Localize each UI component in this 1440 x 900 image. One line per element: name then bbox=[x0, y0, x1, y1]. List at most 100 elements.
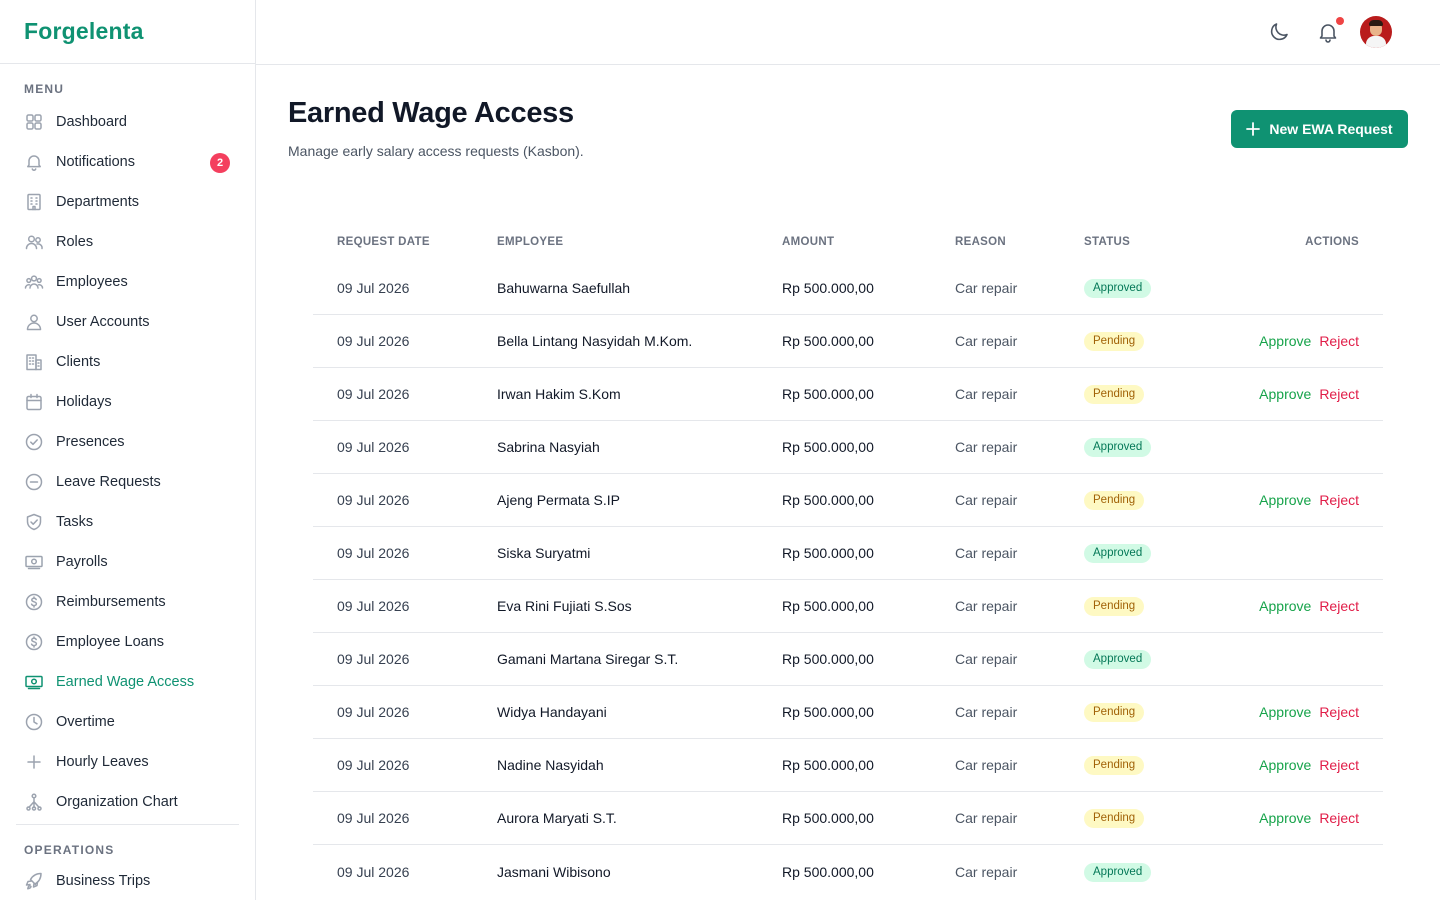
approve-button[interactable]: Approve bbox=[1259, 386, 1311, 402]
table-row: 09 Jul 2026 Bella Lintang Nasyidah M.Kom.… bbox=[313, 315, 1383, 368]
table-row: 09 Jul 2026 Widya Handayani Rp 500.000,00 C… bbox=[313, 686, 1383, 739]
sidebar-item-presences[interactable]: Presences bbox=[0, 422, 255, 462]
sidebar-item-label: Leave Requests bbox=[56, 474, 161, 490]
column-header-status[interactable]: STATUS bbox=[1084, 236, 1130, 248]
sidebar-item-earned-wage-access[interactable]: Earned Wage Access bbox=[0, 662, 255, 702]
employee-cell: Siska Suryatmi bbox=[497, 545, 591, 561]
employee-cell: Jasmani Wibisono bbox=[497, 863, 611, 880]
sidebar-item-label: Earned Wage Access bbox=[56, 674, 195, 690]
sidebar-item-employees[interactable]: Employees bbox=[0, 262, 255, 302]
notification-count-badge: 2 bbox=[210, 153, 230, 173]
sidebar-item-label: Notifications bbox=[56, 154, 135, 170]
status-cell: Pending bbox=[1084, 702, 1145, 722]
sidebar-item-label: Overtime bbox=[56, 714, 115, 730]
employee-cell: Irwan Hakim S.Kom bbox=[497, 386, 621, 402]
status-badge: Approved bbox=[1084, 650, 1152, 669]
status-badge: Pending bbox=[1084, 385, 1145, 404]
reject-button[interactable]: Reject bbox=[1319, 386, 1359, 402]
operations-section-label: OPERATIONS bbox=[24, 843, 115, 857]
status-cell: Pending bbox=[1084, 384, 1145, 404]
moon-icon[interactable] bbox=[1267, 20, 1291, 44]
reject-button[interactable]: Reject bbox=[1319, 492, 1359, 508]
table-row: 09 Jul 2026 Sabrina Nasyiah Rp 500.000,00 C… bbox=[313, 421, 1383, 474]
table-row: 09 Jul 2026 Nadine Nasyidah Rp 500.000,00 C… bbox=[313, 739, 1383, 792]
approve-button[interactable]: Approve bbox=[1259, 810, 1311, 826]
row-actions: Approve Reject bbox=[1259, 810, 1359, 826]
status-badge: Pending bbox=[1084, 332, 1145, 351]
column-header-request-date[interactable]: REQUEST DATE bbox=[337, 236, 430, 248]
sidebar-item-departments[interactable]: Departments bbox=[0, 182, 255, 222]
brand[interactable]: Forgelenta bbox=[0, 0, 255, 64]
request-date-cell: 09 Jul 2026 bbox=[337, 651, 410, 667]
row-actions: Approve Reject bbox=[1259, 757, 1359, 773]
sidebar-item-roles[interactable]: Roles bbox=[0, 222, 255, 262]
plus-icon bbox=[24, 752, 44, 772]
sidebar-item-payrolls[interactable]: Payrolls bbox=[0, 542, 255, 582]
reject-button[interactable]: Reject bbox=[1319, 333, 1359, 349]
sidebar-item-reimbursements[interactable]: Reimbursements bbox=[0, 582, 255, 622]
sidebar-item-label: Organization Chart bbox=[56, 794, 178, 810]
sidebar-item-tasks[interactable]: Tasks bbox=[0, 502, 255, 542]
sidebar-item-notifications[interactable]: Notifications 2 bbox=[0, 142, 255, 182]
amount-cell: Rp 500.000,00 bbox=[782, 651, 874, 667]
avatar[interactable] bbox=[1360, 16, 1392, 48]
sidebar-item-employee-loans[interactable]: Employee Loans bbox=[0, 622, 255, 662]
amount-cell: Rp 500.000,00 bbox=[782, 492, 874, 508]
building-icon bbox=[24, 192, 44, 212]
table-row: 09 Jul 2026 Gamani Martana Siregar S.T. Rp… bbox=[313, 633, 1383, 686]
request-date-cell: 09 Jul 2026 bbox=[337, 386, 410, 402]
sidebar-item-business-trips[interactable]: Business Trips bbox=[0, 861, 255, 900]
sidebar-item-user-accounts[interactable]: User Accounts bbox=[0, 302, 255, 342]
sidebar-item-organization-chart[interactable]: Organization Chart bbox=[0, 782, 255, 822]
approve-button[interactable]: Approve bbox=[1259, 333, 1311, 349]
row-actions: Approve Reject bbox=[1259, 704, 1359, 720]
request-date-cell: 09 Jul 2026 bbox=[337, 280, 410, 296]
approve-button[interactable]: Approve bbox=[1259, 704, 1311, 720]
amount-cell: Rp 500.000,00 bbox=[782, 333, 874, 349]
minus-circle-icon bbox=[24, 472, 44, 492]
reject-button[interactable]: Reject bbox=[1319, 757, 1359, 773]
employee-cell: Widya Handayani bbox=[497, 704, 607, 720]
column-header-amount[interactable]: AMOUNT bbox=[782, 236, 834, 248]
sidebar-item-label: Clients bbox=[56, 354, 101, 370]
reason-cell: Car repair bbox=[955, 333, 1018, 349]
sidebar-item-clients[interactable]: Clients bbox=[0, 342, 255, 382]
status-cell: Pending bbox=[1084, 331, 1145, 351]
status-cell: Approved bbox=[1084, 862, 1152, 882]
status-cell: Pending bbox=[1084, 755, 1145, 775]
sidebar-item-leave-requests[interactable]: Leave Requests bbox=[0, 462, 255, 502]
new-ewa-request-button[interactable]: New EWA Request bbox=[1231, 110, 1408, 148]
status-badge: Approved bbox=[1084, 544, 1152, 563]
rocket-icon bbox=[24, 871, 44, 891]
employee-cell: Eva Rini Fujiati S.Sos bbox=[497, 598, 632, 614]
row-actions: Approve Reject bbox=[1259, 492, 1359, 508]
new-ewa-request-label: New EWA Request bbox=[1269, 121, 1393, 137]
reason-cell: Car repair bbox=[955, 863, 1018, 880]
sidebar-item-label: User Accounts bbox=[56, 314, 150, 330]
request-date-cell: 09 Jul 2026 bbox=[337, 757, 410, 773]
approve-button[interactable]: Approve bbox=[1259, 598, 1311, 614]
sidebar-item-dashboard[interactable]: Dashboard bbox=[0, 102, 255, 142]
approve-button[interactable]: Approve bbox=[1259, 757, 1311, 773]
employee-cell: Gamani Martana Siregar S.T. bbox=[497, 651, 679, 667]
column-header-employee[interactable]: EMPLOYEE bbox=[497, 236, 563, 248]
org-chart-icon bbox=[24, 792, 44, 812]
reject-button[interactable]: Reject bbox=[1319, 598, 1359, 614]
calendar-icon bbox=[24, 392, 44, 412]
amount-cell: Rp 500.000,00 bbox=[782, 386, 874, 402]
column-header-reason[interactable]: REASON bbox=[955, 236, 1006, 248]
request-date-cell: 09 Jul 2026 bbox=[337, 439, 410, 455]
row-actions: Approve Reject bbox=[1259, 386, 1359, 402]
sidebar-item-overtime[interactable]: Overtime bbox=[0, 702, 255, 742]
user-icon bbox=[24, 312, 44, 332]
approve-button[interactable]: Approve bbox=[1259, 492, 1311, 508]
reject-button[interactable]: Reject bbox=[1319, 704, 1359, 720]
employee-cell: Bahuwarna Saefullah bbox=[497, 280, 631, 296]
sidebar-item-holidays[interactable]: Holidays bbox=[0, 382, 255, 422]
reject-button[interactable]: Reject bbox=[1319, 810, 1359, 826]
status-cell: Approved bbox=[1084, 543, 1152, 563]
row-actions: Approve Reject bbox=[1259, 598, 1359, 614]
sidebar-item-hourly-leaves[interactable]: Hourly Leaves bbox=[0, 742, 255, 782]
table-row: 09 Jul 2026 Bahuwarna Saefullah Rp 500.000… bbox=[313, 262, 1383, 315]
brand-logo-text[interactable]: Forgelenta bbox=[24, 18, 144, 45]
